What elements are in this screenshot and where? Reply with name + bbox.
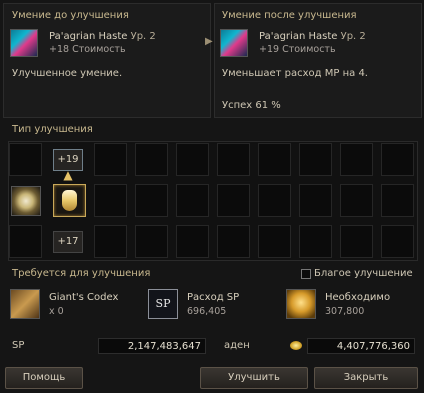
grid-cell bbox=[258, 143, 291, 176]
potion-icon bbox=[62, 190, 77, 211]
upgrade-type-header: Тип улучшения bbox=[12, 124, 93, 135]
req-item-value-3: 307,800 bbox=[325, 306, 365, 317]
sp-value: 2,147,483,647 bbox=[98, 338, 206, 354]
req-item-name-2: Расход SP bbox=[187, 292, 240, 303]
upgrade-button[interactable]: Улучшить bbox=[200, 367, 308, 389]
success-rate: Успех 61 % bbox=[222, 100, 281, 111]
req-item-name-1: Giant's Codex bbox=[49, 292, 119, 303]
grid-cell bbox=[299, 143, 332, 176]
grid-cell bbox=[340, 225, 373, 258]
skill-name-before-text: Pa'agrian Haste bbox=[49, 31, 128, 42]
req-item-name-3: Необходимо bbox=[325, 292, 391, 303]
skill-cost-after: +19 Стоимость bbox=[259, 44, 336, 55]
skill-enchant-window: Умение до улучшения Pa'agrian Haste Ур. … bbox=[0, 0, 424, 393]
skill-name-after: Pa'agrian Haste Ур. 2 bbox=[259, 31, 366, 42]
grid-cell bbox=[381, 225, 414, 258]
grid-cell bbox=[299, 225, 332, 258]
arrow-up-icon: ▲ bbox=[63, 168, 73, 182]
adena-coin-icon bbox=[290, 341, 302, 350]
skill-cost-before: +18 Стоимость bbox=[49, 44, 126, 55]
close-button[interactable]: Закрыть bbox=[314, 367, 418, 389]
after-header: Умение после улучшения bbox=[222, 10, 357, 21]
adena-value: 4,407,776,360 bbox=[307, 338, 415, 354]
skill-icon-after bbox=[220, 29, 248, 57]
skill-icon-before bbox=[10, 29, 38, 57]
grid-cell bbox=[258, 225, 291, 258]
help-button[interactable]: Помощь bbox=[5, 367, 83, 389]
skill-desc-after: Уменьшает расход MP на 4. bbox=[222, 68, 368, 79]
grid-cell bbox=[217, 184, 250, 217]
upgrade-option-plus17[interactable]: +17 bbox=[53, 231, 83, 253]
grid-cell bbox=[135, 225, 168, 258]
grid-cell bbox=[299, 184, 332, 217]
grid-cell bbox=[135, 184, 168, 217]
grid-cell bbox=[258, 184, 291, 217]
grid-cell bbox=[94, 184, 127, 217]
grid-cell bbox=[381, 184, 414, 217]
sp-icon: SP bbox=[148, 289, 178, 319]
grid-cell bbox=[217, 225, 250, 258]
sp-label: SP bbox=[12, 340, 25, 351]
grid-cell bbox=[94, 225, 127, 258]
skill-level-before: Ур. 2 bbox=[130, 31, 156, 42]
blessed-enchant-checkbox[interactable] bbox=[301, 269, 311, 279]
grid-cell bbox=[9, 143, 42, 176]
skill-level-after: Ур. 2 bbox=[340, 31, 366, 42]
blessed-enchant-label[interactable]: Благое улучшение bbox=[314, 268, 413, 279]
grid-cell bbox=[176, 143, 209, 176]
grid-cell bbox=[381, 143, 414, 176]
skill-name-before: Pa'agrian Haste Ур. 2 bbox=[49, 31, 156, 42]
upgrade-option-selected[interactable] bbox=[53, 184, 86, 217]
skill-desc-before: Улучшенное умение. bbox=[12, 68, 123, 79]
skill-name-after-text: Pa'agrian Haste bbox=[259, 31, 338, 42]
adena-label: аден bbox=[224, 340, 250, 351]
req-item-value-2: 696,405 bbox=[187, 306, 227, 317]
before-header: Умение до улучшения bbox=[12, 10, 129, 21]
adena-icon bbox=[286, 289, 316, 319]
grid-cell bbox=[176, 184, 209, 217]
upgrade-type-grid: +19 ▲ +17 bbox=[8, 141, 418, 261]
book-icon bbox=[10, 289, 40, 319]
grid-cell bbox=[135, 143, 168, 176]
grid-cell bbox=[94, 143, 127, 176]
req-item-value-1: x 0 bbox=[49, 306, 64, 317]
grid-cell bbox=[176, 225, 209, 258]
magic-orb-icon bbox=[11, 186, 41, 216]
grid-cell bbox=[340, 143, 373, 176]
grid-cell bbox=[9, 225, 42, 258]
requirements-header: Требуется для улучшения bbox=[12, 268, 151, 279]
grid-cell bbox=[217, 143, 250, 176]
grid-cell bbox=[340, 184, 373, 217]
